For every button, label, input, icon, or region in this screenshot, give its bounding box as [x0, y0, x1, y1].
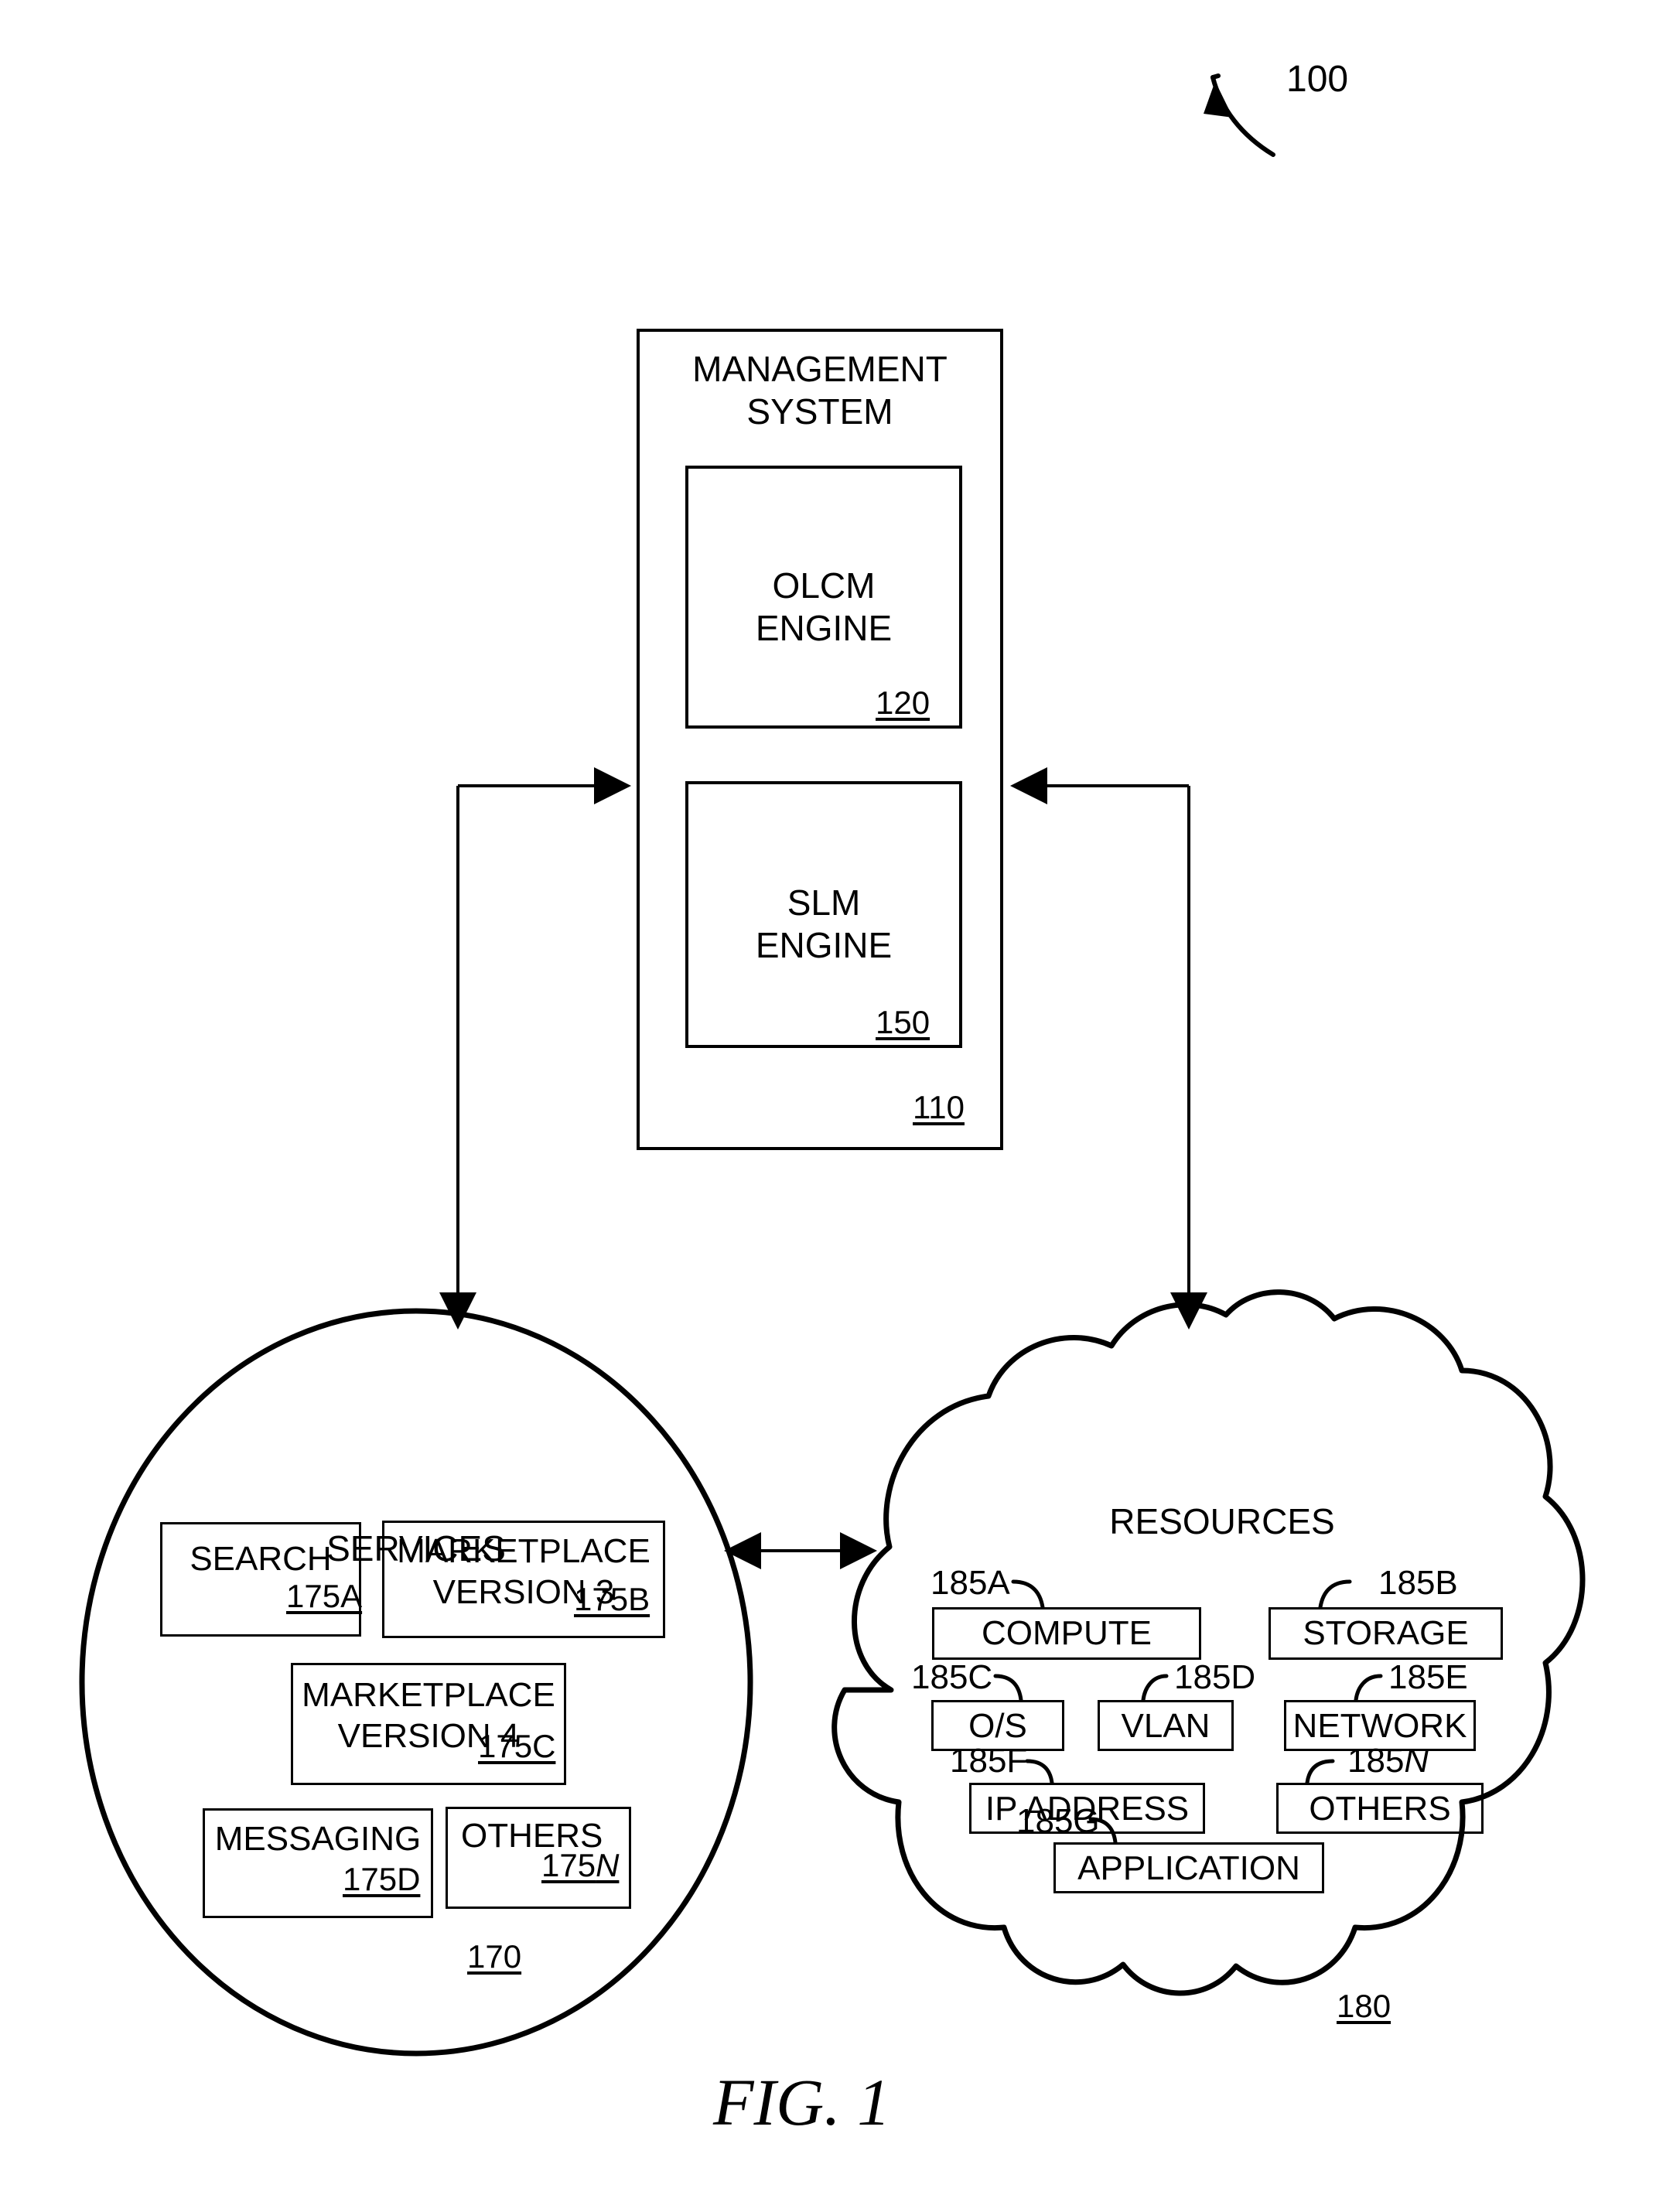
connector-management-to-services [439, 767, 631, 1330]
resource-ref-ip-address: 185F [950, 1742, 1028, 1780]
resource-ref-others-num: 185 [1347, 1742, 1405, 1780]
resource-ref-application: 185G [1016, 1802, 1100, 1840]
service-ref-search: 175A [286, 1578, 363, 1614]
service-ref-others-num: 175 [541, 1847, 596, 1883]
resource-label-vlan: VLAN [1121, 1707, 1210, 1745]
resource-ref-vlan: 185D [1174, 1658, 1256, 1696]
resource-label-application: APPLICATION [1077, 1849, 1300, 1887]
service-label-search: SEARCH [190, 1540, 332, 1578]
resource-label-storage: STORAGE [1303, 1614, 1469, 1652]
slm-engine-ref: 150 [876, 1004, 930, 1040]
service-ref-others: 175N [541, 1847, 619, 1884]
resources-ref: 180 [1337, 1988, 1391, 2024]
service-ref-marketplace-v4: 175C [478, 1728, 556, 1764]
olcm-engine-ref: 120 [876, 684, 930, 721]
management-system-title: MANAGEMENT SYSTEM [692, 349, 948, 432]
resource-ref-storage: 185B [1378, 1564, 1458, 1602]
figure-page: 100 MANAGEMENT SYSTEM 110 OLCM ENGINE 12… [0, 0, 1680, 2195]
resource-ref-others: 185N [1347, 1742, 1429, 1780]
system-callout-leader [1204, 73, 1275, 157]
figure-caption: FIG. 1 [713, 2065, 891, 2139]
resource-ref-os: 185C [911, 1658, 993, 1696]
system-reference-100: 100 [1286, 59, 1349, 100]
management-system-ref: 110 [913, 1089, 965, 1125]
service-ref-messaging: 175D [343, 1861, 421, 1897]
resource-ref-others-suffix: N [1404, 1742, 1429, 1780]
services-ref: 170 [467, 1938, 522, 1975]
resource-label-others: OTHERS [1309, 1790, 1451, 1828]
resource-ref-compute: 185A [930, 1564, 1010, 1602]
connector-management-to-resources [1010, 767, 1207, 1330]
service-label-messaging: MESSAGING [214, 1820, 422, 1858]
service-ref-marketplace-v3: 175B [574, 1581, 650, 1617]
resource-label-compute: COMPUTE [982, 1614, 1152, 1652]
resource-ref-network: 185E [1388, 1658, 1468, 1696]
slm-engine-title: SLM ENGINE [755, 882, 893, 966]
resource-label-network: NETWORK [1292, 1707, 1467, 1745]
resource-label-os: O/S [968, 1707, 1027, 1745]
olcm-engine-title: OLCM ENGINE [755, 565, 893, 649]
service-ref-others-suffix: N [596, 1847, 620, 1883]
resources-title: RESOURCES [1109, 1501, 1335, 1541]
